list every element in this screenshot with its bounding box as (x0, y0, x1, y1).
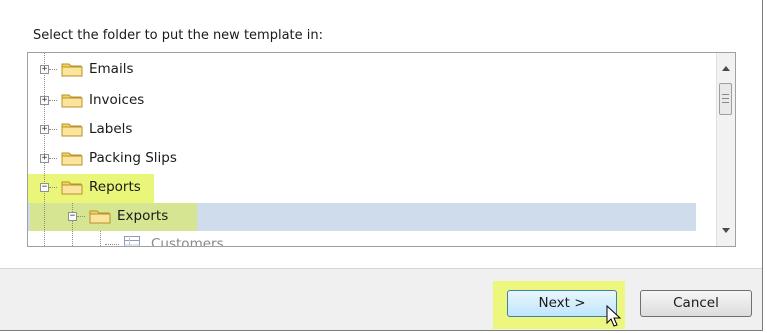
folder-icon (61, 63, 83, 77)
mouse-cursor-icon (606, 305, 622, 327)
cancel-button[interactable]: Cancel (640, 290, 752, 317)
tree-item-reports[interactable]: − Reports (28, 174, 717, 202)
folder-icon (61, 123, 83, 137)
folder-open-icon (89, 210, 111, 224)
tree-item-exports[interactable]: − Exports (28, 203, 717, 231)
collapse-icon[interactable]: − (40, 183, 49, 192)
scroll-thumb[interactable] (719, 83, 732, 115)
expand-icon[interactable]: + (40, 96, 49, 105)
folder-tree[interactable]: + Emails + Invoices + Labels + Packing S… (27, 52, 736, 247)
table-icon (124, 236, 140, 246)
tree-item-label: Packing Slips (89, 150, 177, 166)
tree-item-invoices[interactable]: + Invoices (28, 87, 717, 115)
tree-item-customers[interactable]: Customers (28, 231, 717, 246)
tree-item-emails[interactable]: + Emails (28, 56, 717, 84)
folder-open-icon (61, 181, 83, 195)
folder-prompt: Select the folder to put the new templat… (33, 28, 323, 43)
expand-icon[interactable]: + (40, 154, 49, 163)
next-button[interactable]: Next > (507, 290, 617, 317)
expand-icon[interactable]: + (40, 65, 49, 74)
tree-item-label: Customers (151, 236, 224, 246)
scroll-up-icon[interactable] (722, 66, 730, 71)
content-area: Select the folder to put the new templat… (0, 0, 762, 269)
folder-icon (61, 94, 83, 108)
scroll-down-icon[interactable] (722, 228, 730, 233)
collapse-icon[interactable]: − (68, 212, 77, 221)
tree-item-label: Invoices (89, 92, 145, 108)
folder-icon (61, 152, 83, 166)
tree-item-labels[interactable]: + Labels (28, 116, 717, 144)
tree-item-packing-slips[interactable]: + Packing Slips (28, 145, 717, 173)
tree-item-label: Emails (89, 61, 134, 77)
vertical-scrollbar[interactable] (716, 53, 735, 246)
tree-item-label: Reports (89, 179, 141, 195)
expand-icon[interactable]: + (40, 125, 49, 134)
template-folder-dialog: Select the folder to put the new templat… (0, 0, 763, 331)
tree-item-label: Labels (89, 121, 133, 137)
tree-item-label: Exports (117, 208, 169, 224)
